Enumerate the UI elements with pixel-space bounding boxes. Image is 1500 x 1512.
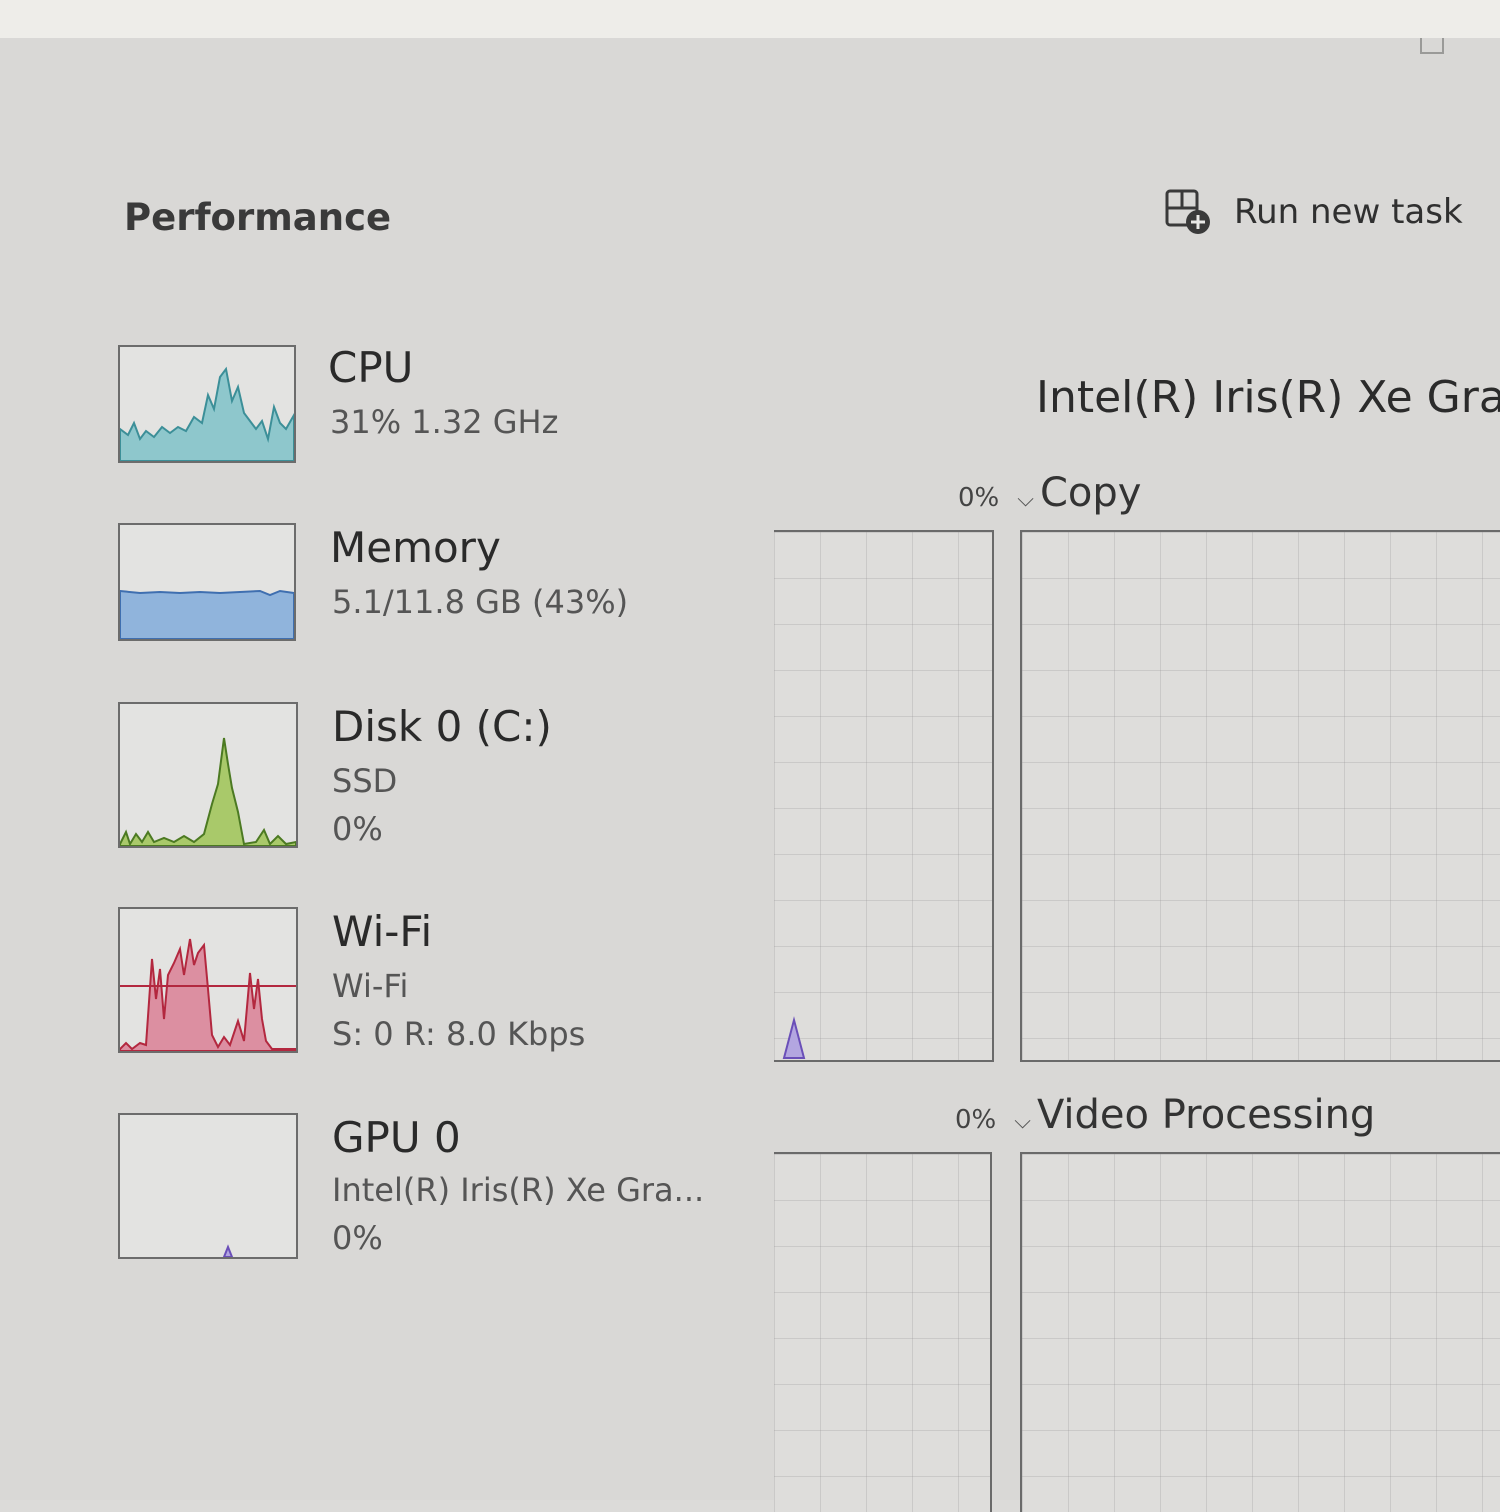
sidebar-item-gpu[interactable]: GPU 0 Intel(R) Iris(R) Xe Gra... 0%	[118, 1113, 704, 1263]
disk-thumbnail-graph	[118, 702, 298, 848]
window-maximize-icon[interactable]	[1420, 38, 1444, 54]
sidebar-item-cpu[interactable]: CPU 31% 1.32 GHz	[118, 343, 678, 465]
engine-selector-copy[interactable]: 0% ⌵ Copy	[958, 470, 1141, 516]
sidebar-item-memory-detail: 5.1/11.8 GB (43%)	[332, 583, 629, 621]
gpu-thumbnail-graph	[118, 1113, 298, 1259]
page-title: Performance	[124, 196, 392, 239]
sidebar-item-cpu-name: CPU	[328, 343, 414, 392]
sidebar-item-disk[interactable]: Disk 0 (C:) SSD 0%	[118, 702, 678, 852]
chevron-down-icon: ⌵	[1017, 487, 1034, 512]
engine-copy-name: Copy	[1039, 470, 1142, 516]
chevron-down-icon: ⌵	[1014, 1109, 1031, 1134]
engine-video-processing-name: Video Processing	[1036, 1092, 1376, 1138]
memory-usage-area	[120, 589, 294, 639]
sidebar-item-gpu-model: Intel(R) Iris(R) Xe Gra...	[332, 1171, 705, 1209]
disk-activity-area	[120, 737, 296, 846]
engine-selector-video-processing[interactable]: 0% ⌵ Video Processing	[955, 1092, 1375, 1138]
gpu-usage-area	[222, 1244, 234, 1257]
engine-graph-video-processing	[1020, 1152, 1500, 1512]
sidebar-item-wifi-rate: S: 0 R: 8.0 Kbps	[332, 1015, 586, 1053]
engine-video-processing-percent: 0%	[955, 1105, 997, 1135]
sidebar-item-disk-type: SSD	[332, 762, 398, 800]
sidebar-item-disk-usage: 0%	[332, 810, 383, 848]
screen-top-bezel	[0, 0, 1500, 38]
sidebar-item-wifi-adapter: Wi-Fi	[332, 967, 409, 1005]
sidebar-item-disk-name: Disk 0 (C:)	[332, 702, 552, 751]
wifi-throughput-area	[120, 938, 296, 1051]
sidebar-item-gpu-usage: 0%	[332, 1219, 383, 1257]
sidebar-item-memory-name: Memory	[330, 523, 501, 572]
run-new-task-button[interactable]: Run new task	[1164, 188, 1463, 236]
sidebar-item-wifi-name: Wi-Fi	[332, 907, 433, 956]
engine-graph-video-encode	[774, 1152, 992, 1512]
wifi-thumbnail-graph	[118, 907, 298, 1053]
sidebar-item-memory[interactable]: Memory 5.1/11.8 GB (43%)	[118, 523, 678, 643]
sidebar-item-gpu-name: GPU 0	[332, 1113, 461, 1162]
run-new-task-label: Run new task	[1234, 192, 1463, 232]
run-task-icon	[1165, 189, 1210, 234]
cpu-usage-area	[120, 366, 294, 461]
engine-graph-3d	[774, 530, 994, 1062]
cpu-thumbnail-graph	[118, 345, 296, 463]
engine-graph-copy	[1020, 530, 1500, 1062]
sidebar-item-cpu-detail: 31% 1.32 GHz	[330, 403, 559, 441]
engine-copy-percent: 0%	[958, 483, 1000, 513]
gpu-device-title: Intel(R) Iris(R) Xe Graph	[1036, 372, 1500, 423]
engine-3d-spike	[782, 1016, 806, 1059]
sidebar-item-wifi[interactable]: Wi-Fi Wi-Fi S: 0 R: 8.0 Kbps	[118, 907, 678, 1057]
memory-thumbnail-graph	[118, 523, 296, 641]
